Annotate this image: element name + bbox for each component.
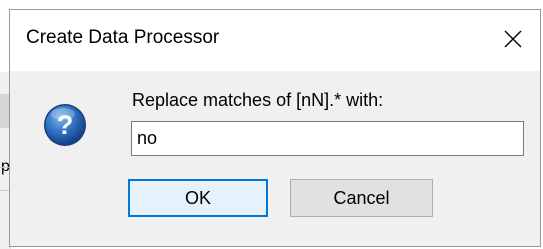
cancel-button[interactable]: Cancel <box>290 179 433 217</box>
dialog-titlebar: Create Data Processor <box>10 10 540 71</box>
screen: p Create Data Processor <box>0 0 543 249</box>
svg-text:?: ? <box>57 110 74 140</box>
close-button[interactable] <box>496 22 530 56</box>
ok-button-label: OK <box>184 187 211 208</box>
cancel-button-label: Cancel <box>333 187 390 208</box>
create-data-processor-dialog: Create Data Processor ? Replace matches … <box>9 9 541 247</box>
dialog-title: Create Data Processor <box>26 27 220 48</box>
prompt-label: Replace matches of [nN].* with: <box>132 90 384 110</box>
question-icon: ? <box>44 104 86 146</box>
ok-button[interactable]: OK <box>128 179 268 217</box>
close-icon <box>504 30 522 48</box>
replacement-input[interactable] <box>131 121 524 156</box>
